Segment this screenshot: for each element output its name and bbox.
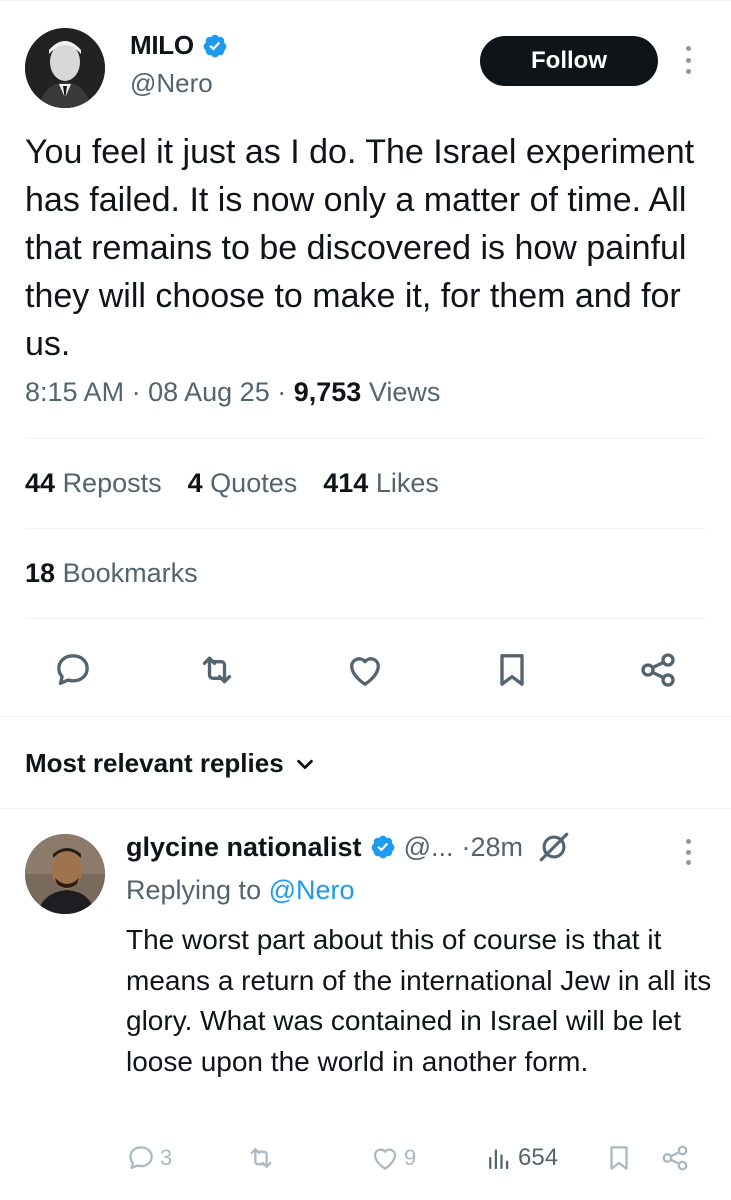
author-name[interactable]: MILO [130, 30, 194, 61]
reply-author-name[interactable]: glycine nationalist [126, 832, 362, 863]
top-border [0, 0, 731, 4]
views-count: 9,753 [293, 377, 362, 407]
bookmarks-label: Bookmarks [62, 558, 198, 588]
share-icon [662, 1145, 688, 1171]
reply-more-options-icon[interactable] [680, 836, 696, 868]
verified-badge-icon [371, 835, 394, 859]
replies-sort-label: Most relevant replies [25, 748, 284, 778]
meta-separator: · [131, 377, 141, 407]
bookmarks-count: 18 [25, 558, 56, 588]
reposts-stat[interactable]: 44 Reposts [25, 468, 162, 499]
reposts-label: Reposts [62, 468, 162, 498]
reply-icon [129, 1146, 153, 1170]
tweet-time[interactable]: 8:15 AM [25, 377, 124, 407]
retweet-icon[interactable] [193, 646, 241, 694]
likes-stat[interactable]: 414 Likes [323, 468, 439, 499]
replies-sort-dropdown[interactable]: Most relevant replies [25, 748, 316, 779]
like-icon [373, 1148, 397, 1170]
divider [0, 716, 731, 717]
reply-share-button[interactable] [660, 1138, 690, 1178]
replying-to-link[interactable]: @Nero [269, 875, 355, 905]
likes-count: 414 [323, 468, 369, 498]
reply-text: The worst part about this of course is t… [126, 924, 712, 1077]
reply-retweet-button[interactable] [246, 1138, 276, 1178]
views-icon [489, 1149, 509, 1170]
author-handle[interactable]: @Nero [130, 68, 213, 99]
reply-author-avatar[interactable] [25, 834, 105, 914]
tweet-meta: 8:15 AM · 08 Aug 25 · 9,753 Views [25, 377, 440, 408]
reply-action-bar: 3 9 654 [0, 1138, 731, 1178]
bookmark-icon [610, 1146, 628, 1170]
bookmark-icon[interactable] [488, 646, 536, 694]
reply-reply-count: 3 [160, 1145, 173, 1170]
author-avatar[interactable] [25, 28, 105, 108]
reposts-count: 44 [25, 468, 56, 498]
meta-separator: · [277, 377, 287, 407]
author-name-row: MILO [130, 30, 228, 61]
divider [0, 808, 731, 809]
tweet-text: You feel it just as I do. The Israel exp… [25, 133, 695, 363]
replying-prefix: Replying to [126, 875, 262, 905]
bookmarks-stat[interactable]: 18 Bookmarks [25, 558, 198, 589]
follow-button[interactable]: Follow [480, 36, 658, 86]
replying-to: Replying to @Nero [126, 875, 355, 906]
reply-view-count: 654 [518, 1144, 559, 1171]
reply-like-count: 9 [404, 1145, 417, 1170]
quotes-count: 4 [187, 468, 203, 498]
quotes-label: Quotes [210, 468, 298, 498]
reply-reply-button[interactable]: 3 [126, 1138, 172, 1178]
divider [25, 528, 707, 529]
views-label: Views [368, 377, 441, 407]
engagement-stats: 44 Reposts 4 Quotes 414 Likes [25, 468, 439, 499]
retweet-icon [250, 1148, 272, 1168]
reply-time[interactable]: ·28m [461, 832, 523, 863]
divider [25, 438, 707, 439]
reply-bookmark-button[interactable] [604, 1138, 634, 1178]
divider [25, 618, 707, 619]
verified-badge-icon [203, 34, 227, 57]
chevron-down-icon [296, 759, 313, 769]
reply-author-handle[interactable]: @... [404, 832, 454, 863]
likes-label: Likes [375, 468, 439, 498]
reply-icon[interactable] [49, 646, 97, 694]
reply-views-button[interactable]: 654 [484, 1138, 558, 1178]
tweet-date[interactable]: 08 Aug 25 [148, 377, 270, 407]
like-icon[interactable] [341, 646, 389, 694]
more-options-icon[interactable] [680, 42, 696, 78]
grok-icon[interactable] [537, 830, 571, 864]
reply-header: glycine nationalist @... ·28m [126, 830, 571, 864]
reply-like-button[interactable]: 9 [370, 1138, 416, 1178]
share-icon[interactable] [634, 646, 682, 694]
quotes-stat[interactable]: 4 Quotes [188, 468, 298, 499]
